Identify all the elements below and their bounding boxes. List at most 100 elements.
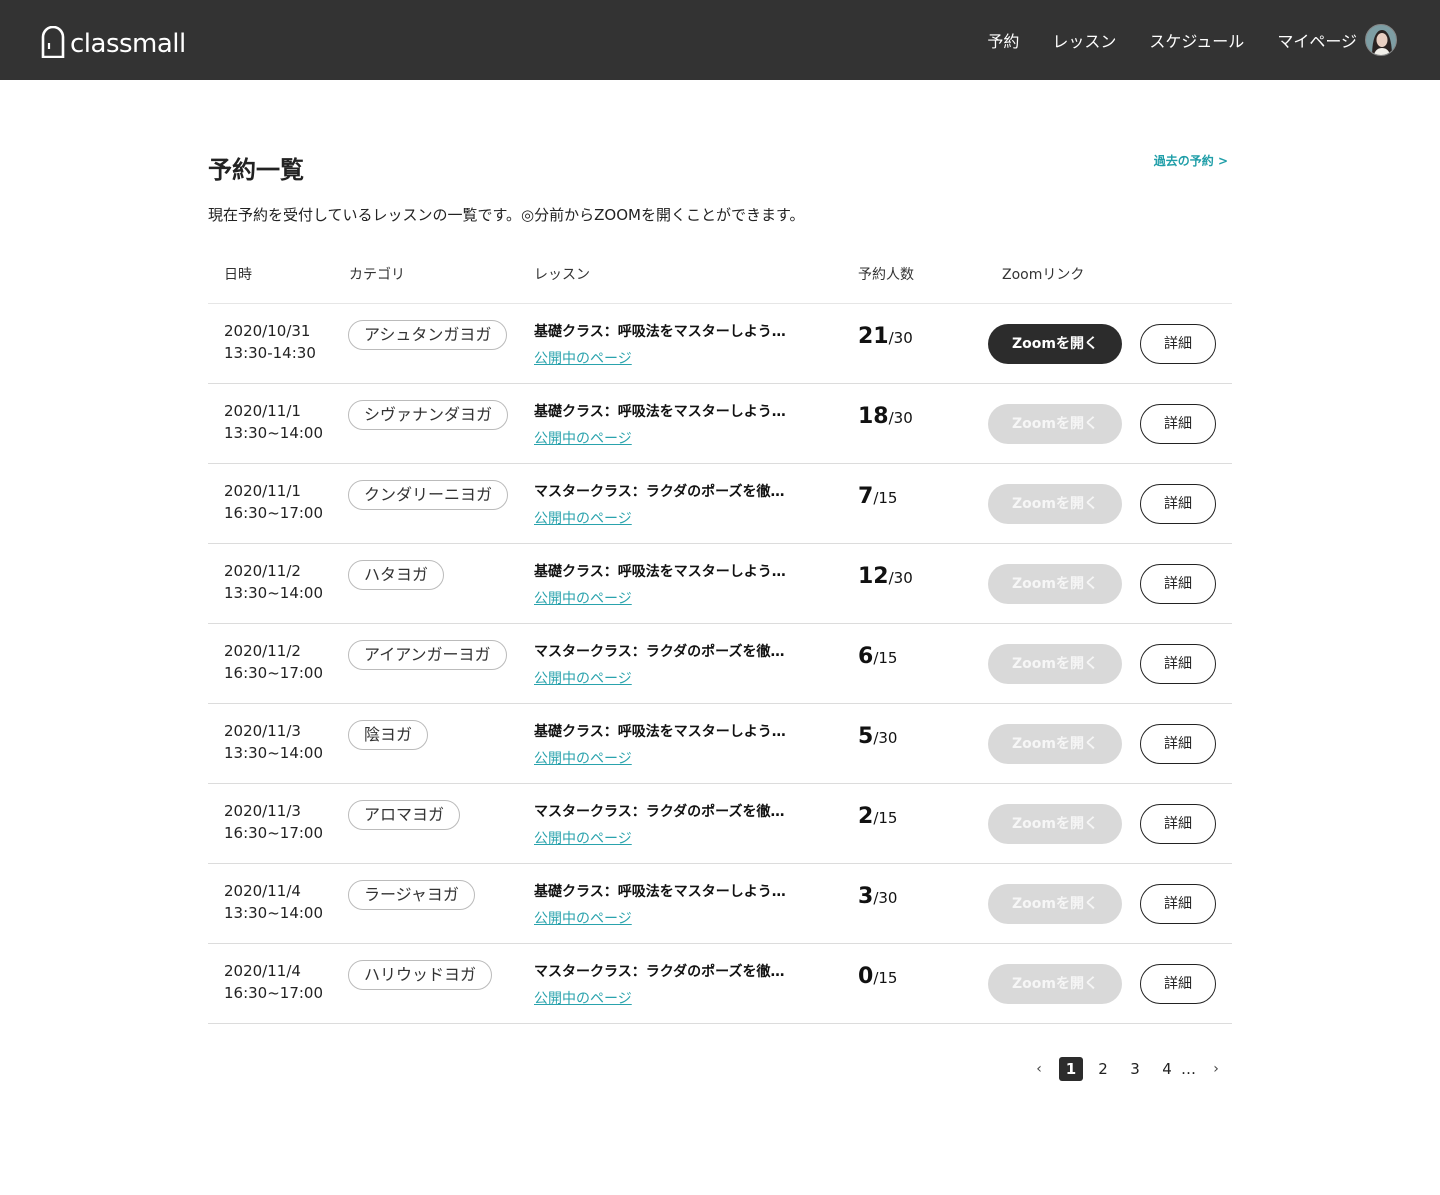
booking-count: 6/15 — [858, 644, 897, 669]
row-datetime: 2020/11/3 16:30~17:00 — [224, 800, 323, 844]
row-time: 13:30-14:30 — [224, 344, 316, 362]
public-page-link[interactable]: 公開中のページ — [534, 908, 632, 928]
category-tag: アロマヨガ — [348, 800, 461, 830]
public-page-link[interactable]: 公開中のページ — [534, 668, 632, 688]
page-button-4[interactable]: 4 — [1155, 1057, 1179, 1081]
lesson-title: マスタークラス：ラクダのポーズを徹… — [534, 644, 785, 660]
table-row: 2020/11/1 16:30~17:00 クンダリーニヨガ マスタークラス：ラクダの… — [208, 464, 1232, 544]
public-page-link[interactable]: 公開中のページ — [534, 588, 632, 608]
nav-item-mypage[interactable]: マイページ — [1277, 28, 1357, 52]
capacity: /30 — [888, 329, 913, 347]
open-zoom-button[interactable]: Zoomを開く — [988, 324, 1122, 364]
user-avatar-image — [1366, 25, 1396, 55]
detail-button[interactable]: 詳細 — [1140, 964, 1216, 1004]
table-row: 2020/11/2 16:30~17:00 アイアンガーヨガ マスタークラス：ラクダの… — [208, 624, 1232, 704]
row-date: 2020/11/4 — [224, 962, 301, 980]
page-button-3[interactable]: 3 — [1123, 1057, 1147, 1081]
row-date: 2020/10/31 — [224, 322, 311, 340]
booking-count: 21/30 — [858, 324, 913, 349]
open-zoom-button[interactable]: Zoomを開く — [988, 884, 1122, 924]
detail-button[interactable]: 詳細 — [1140, 564, 1216, 604]
page-button-1[interactable]: 1 — [1059, 1057, 1083, 1081]
category-tag: アシュタンガヨガ — [348, 320, 508, 350]
row-datetime: 2020/11/1 16:30~17:00 — [224, 480, 323, 524]
open-zoom-button[interactable]: Zoomを開く — [988, 404, 1122, 444]
page-button-2[interactable]: 2 — [1091, 1057, 1115, 1081]
row-date: 2020/11/1 — [224, 402, 301, 420]
lesson-title: 基礎クラス：呼吸法をマスターしよう… — [534, 324, 786, 340]
nav-item-reservations[interactable]: 予約 — [987, 28, 1019, 52]
detail-button[interactable]: 詳細 — [1140, 884, 1216, 924]
row-time: 16:30~17:00 — [224, 984, 324, 1002]
lesson-title: マスタークラス：ラクダのポーズを徹… — [534, 804, 785, 820]
open-zoom-button[interactable]: Zoomを開く — [988, 724, 1122, 764]
column-header-count: 予約人数 — [858, 267, 914, 283]
door-arch-icon — [41, 26, 65, 58]
avatar[interactable] — [1365, 24, 1397, 56]
public-page-link[interactable]: 公開中のページ — [534, 748, 632, 768]
booked-number: 12 — [858, 564, 889, 589]
capacity: /30 — [888, 569, 913, 587]
row-time: 16:30~17:00 — [224, 504, 324, 522]
column-header-category: カテゴリ — [349, 267, 405, 283]
row-time: 16:30~17:00 — [224, 824, 324, 842]
lesson-title: 基礎クラス：呼吸法をマスターしよう… — [534, 564, 786, 580]
table-row: 2020/10/31 13:30-14:30 アシュタンガヨガ 基礎クラス：呼吸法をマ… — [208, 304, 1232, 384]
booking-count: 18/30 — [858, 404, 913, 429]
chevron-left-icon[interactable]: ‹ — [1027, 1057, 1051, 1081]
booked-number: 5 — [858, 724, 874, 749]
row-date: 2020/11/4 — [224, 882, 301, 900]
public-page-link[interactable]: 公開中のページ — [534, 828, 632, 848]
detail-button[interactable]: 詳細 — [1140, 724, 1216, 764]
chevron-right-icon[interactable]: › — [1204, 1057, 1228, 1081]
brand-logo[interactable]: classmall — [40, 24, 186, 58]
public-page-link[interactable]: 公開中のページ — [534, 988, 632, 1008]
detail-button[interactable]: 詳細 — [1140, 644, 1216, 684]
booking-count: 3/30 — [858, 884, 897, 909]
main-nav: 予約 レッスン スケジュール マイページ — [987, 22, 1397, 58]
detail-button[interactable]: 詳細 — [1140, 324, 1216, 364]
table-row: 2020/11/3 16:30~17:00 アロマヨガ マスタークラス：ラクダのポーズ… — [208, 784, 1232, 864]
booking-count: 7/15 — [858, 484, 897, 509]
row-time: 13:30~14:00 — [224, 424, 324, 442]
brand-name: classmall — [70, 29, 186, 59]
lesson-title: 基礎クラス：呼吸法をマスターしよう… — [534, 404, 786, 420]
category-tag: 陰ヨガ — [348, 720, 429, 750]
page-title: 予約一覧 — [208, 156, 304, 184]
pagination: ‹ 1 2 3 4 … › — [1019, 1056, 1228, 1082]
category-tag: ハリウッドヨガ — [348, 960, 493, 990]
capacity: /15 — [873, 649, 898, 667]
booked-number: 18 — [858, 404, 889, 429]
public-page-link[interactable]: 公開中のページ — [534, 348, 632, 368]
open-zoom-button[interactable]: Zoomを開く — [988, 484, 1122, 524]
capacity: /30 — [888, 409, 913, 427]
detail-button[interactable]: 詳細 — [1140, 404, 1216, 444]
row-datetime: 2020/11/4 13:30~14:00 — [224, 880, 323, 924]
table-row: 2020/11/1 13:30~14:00 シヴァナンダヨガ 基礎クラス：呼吸法をマス… — [208, 384, 1232, 464]
open-zoom-button[interactable]: Zoomを開く — [988, 804, 1122, 844]
row-datetime: 2020/10/31 13:30-14:30 — [224, 320, 316, 364]
booking-count: 12/30 — [858, 564, 913, 589]
reservations-table: 日時 カテゴリ レッスン 予約人数 Zoomリンク 2020/10/31 13:3… — [208, 254, 1232, 1024]
past-reservations-link[interactable]: 過去の予約 > — [1154, 152, 1228, 169]
table-row: 2020/11/3 13:30~14:00 陰ヨガ 基礎クラス：呼吸法をマスターしよう… — [208, 704, 1232, 784]
public-page-link[interactable]: 公開中のページ — [534, 428, 632, 448]
open-zoom-button[interactable]: Zoomを開く — [988, 564, 1122, 604]
capacity: /15 — [873, 809, 898, 827]
booking-count: 0/15 — [858, 964, 897, 989]
nav-item-schedule[interactable]: スケジュール — [1149, 28, 1244, 52]
booked-number: 6 — [858, 644, 874, 669]
detail-button[interactable]: 詳細 — [1140, 804, 1216, 844]
open-zoom-button[interactable]: Zoomを開く — [988, 964, 1122, 1004]
row-datetime: 2020/11/1 13:30~14:00 — [224, 400, 323, 444]
row-datetime: 2020/11/2 13:30~14:00 — [224, 560, 323, 604]
public-page-link[interactable]: 公開中のページ — [534, 508, 632, 528]
open-zoom-button[interactable]: Zoomを開く — [988, 644, 1122, 684]
booking-count: 2/15 — [858, 804, 897, 829]
booked-number: 3 — [858, 884, 874, 909]
capacity: /15 — [873, 489, 898, 507]
category-tag: シヴァナンダヨガ — [348, 400, 509, 430]
detail-button[interactable]: 詳細 — [1140, 484, 1216, 524]
nav-item-lessons[interactable]: レッスン — [1052, 28, 1116, 52]
column-header-zoom: Zoomリンク — [1002, 267, 1085, 283]
